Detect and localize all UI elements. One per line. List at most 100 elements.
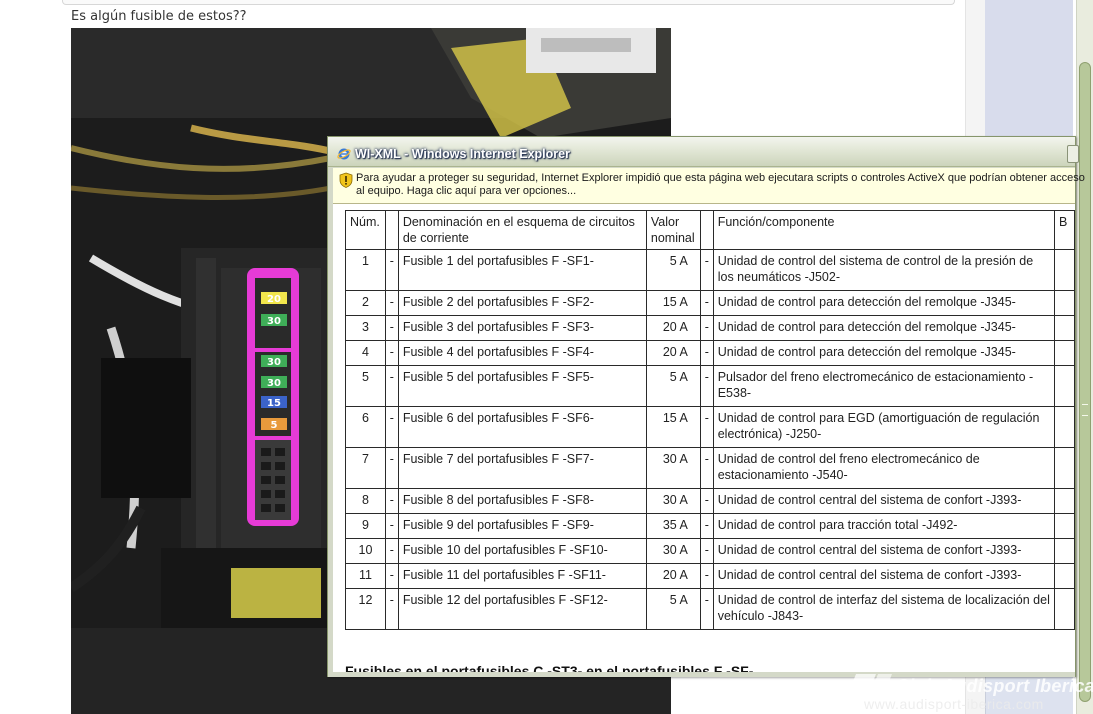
table-row: 4 - Fusible 4 del portafusibles F -SF4- … xyxy=(345,340,1075,366)
page-scrollbar-thumb[interactable] xyxy=(1079,62,1091,702)
header-dash xyxy=(699,210,714,250)
cell-dash: - xyxy=(384,447,399,489)
cell-value: 35 A xyxy=(645,513,701,539)
table-header-row: Núm. Denominación en el esquema de circu… xyxy=(345,210,1075,250)
post-text: Es algún fusible de estos?? xyxy=(71,9,247,24)
cell-function: Unidad de control central del sistema de… xyxy=(712,538,1056,564)
security-infobar[interactable]: Para ayudar a proteger su seguridad, Int… xyxy=(333,168,1085,204)
cell-dash: - xyxy=(384,488,399,514)
window-titlebar[interactable]: WI-XML - Windows Internet Explorer xyxy=(328,137,1079,167)
svg-text:30: 30 xyxy=(267,378,281,389)
cell-function: Unidad de control del sistema de control… xyxy=(712,249,1056,291)
cell-num: 1 xyxy=(345,249,386,291)
cell-extra xyxy=(1054,538,1075,564)
cell-value: 20 A xyxy=(645,315,701,341)
header-extra: B xyxy=(1054,210,1075,250)
cell-num: 3 xyxy=(345,315,386,341)
table-row: 8 - Fusible 8 del portafusibles F -SF8- … xyxy=(345,488,1075,514)
cell-function: Unidad de control para tracción total -J… xyxy=(712,513,1056,539)
table-row: 10 - Fusible 10 del portafusibles F -SF1… xyxy=(345,538,1075,564)
cell-name: Fusible 11 del portafusibles F -SF11- xyxy=(397,563,647,589)
table-row: 6 - Fusible 6 del portafusibles F -SF6- … xyxy=(345,406,1075,448)
cell-num: 8 xyxy=(345,488,386,514)
cell-dash: - xyxy=(384,563,399,589)
section-heading: Fusibles en el portafusibles C -ST3- en … xyxy=(345,663,754,672)
header-function: Función/componente xyxy=(712,210,1056,250)
fuse-5: 5 xyxy=(261,418,287,431)
fuse-table: Núm. Denominación en el esquema de circu… xyxy=(345,210,1075,630)
table-row: 9 - Fusible 9 del portafusibles F -SF9- … xyxy=(345,513,1075,539)
cell-function: Pulsador del freno electromecánico de es… xyxy=(712,365,1056,407)
cell-dash: - xyxy=(384,315,399,341)
cell-value: 15 A xyxy=(645,290,701,316)
cell-num: 2 xyxy=(345,290,386,316)
cell-dash: - xyxy=(699,315,714,341)
window-control-button[interactable] xyxy=(1067,145,1079,163)
cell-value: 15 A xyxy=(645,406,701,448)
cell-num: 12 xyxy=(345,588,386,630)
cell-value: 20 A xyxy=(645,340,701,366)
cell-name: Fusible 10 del portafusibles F -SF10- xyxy=(397,538,647,564)
cell-value: 30 A xyxy=(645,538,701,564)
cell-dash: - xyxy=(699,563,714,589)
cell-num: 7 xyxy=(345,447,386,489)
cell-extra xyxy=(1054,513,1075,539)
fuse-30-b: 30 xyxy=(261,355,287,368)
cell-num: 11 xyxy=(345,563,386,589)
cell-num: 10 xyxy=(345,538,386,564)
cell-dash: - xyxy=(699,447,714,489)
svg-text:20: 20 xyxy=(267,294,281,305)
shield-warning-icon xyxy=(339,172,353,188)
cell-name: Fusible 7 del portafusibles F -SF7- xyxy=(397,447,647,489)
header-dash xyxy=(384,210,399,250)
fuse-30-c: 30 xyxy=(261,376,287,389)
cell-extra xyxy=(1054,406,1075,448)
ie-icon xyxy=(337,148,351,160)
cell-function: Unidad de control para EGD (amortiguació… xyxy=(712,406,1056,448)
svg-text:5: 5 xyxy=(271,420,278,431)
cell-dash: - xyxy=(699,340,714,366)
scrollbar-grip-icon xyxy=(1082,404,1088,416)
cell-extra xyxy=(1054,447,1075,489)
cell-function: Unidad de control para detección del rem… xyxy=(712,290,1056,316)
table-row: 11 - Fusible 11 del portafusibles F -SF1… xyxy=(345,563,1075,589)
cell-name: Fusible 12 del portafusibles F -SF12- xyxy=(397,588,647,630)
cell-num: 9 xyxy=(345,513,386,539)
cell-num: 6 xyxy=(345,406,386,448)
window-title: WI-XML - Windows Internet Explorer xyxy=(355,147,570,161)
svg-text:30: 30 xyxy=(267,316,281,327)
cell-value: 5 A xyxy=(645,588,701,630)
cell-name: Fusible 8 del portafusibles F -SF8- xyxy=(397,488,647,514)
cell-function: Unidad de control central del sistema de… xyxy=(712,563,1056,589)
cell-name: Fusible 9 del portafusibles F -SF9- xyxy=(397,513,647,539)
watermark-url: www.audisport-iberica.com xyxy=(864,696,1044,712)
infobar-message[interactable]: Para ayudar a proteger su seguridad, Int… xyxy=(356,172,1086,198)
cell-num: 5 xyxy=(345,365,386,407)
table-row: 1 - Fusible 1 del portafusibles F -SF1- … xyxy=(345,249,1075,291)
ie-popup-window[interactable]: WI-XML - Windows Internet Explorer Para … xyxy=(327,136,1085,677)
cell-dash: - xyxy=(384,538,399,564)
cell-dash: - xyxy=(384,290,399,316)
cell-value: 30 A xyxy=(645,447,701,489)
cell-value: 20 A xyxy=(645,563,701,589)
page-content: Núm. Denominación en el esquema de circu… xyxy=(333,204,1075,672)
cell-name: Fusible 2 del portafusibles F -SF2- xyxy=(397,290,647,316)
table-row: 12 - Fusible 12 del portafusibles F -SF1… xyxy=(345,588,1075,630)
cell-function: Unidad de control de interfaz del sistem… xyxy=(712,588,1056,630)
cell-extra xyxy=(1054,315,1075,341)
cell-name: Fusible 4 del portafusibles F -SF4- xyxy=(397,340,647,366)
cell-name: Fusible 1 del portafusibles F -SF1- xyxy=(397,249,647,291)
cell-extra xyxy=(1054,365,1075,407)
cell-extra xyxy=(1054,290,1075,316)
cell-extra xyxy=(1054,249,1075,291)
table-row: 5 - Fusible 5 del portafusibles F -SF5- … xyxy=(345,365,1075,407)
cell-name: Fusible 3 del portafusibles F -SF3- xyxy=(397,315,647,341)
fuse-15: 15 xyxy=(261,396,287,409)
cell-function: Unidad de control central del sistema de… xyxy=(712,488,1056,514)
cell-dash: - xyxy=(699,249,714,291)
cell-num: 4 xyxy=(345,340,386,366)
svg-text:15: 15 xyxy=(267,398,281,409)
cell-function: Unidad de control para detección del rem… xyxy=(712,315,1056,341)
cell-value: 5 A xyxy=(645,249,701,291)
cell-dash: - xyxy=(699,488,714,514)
